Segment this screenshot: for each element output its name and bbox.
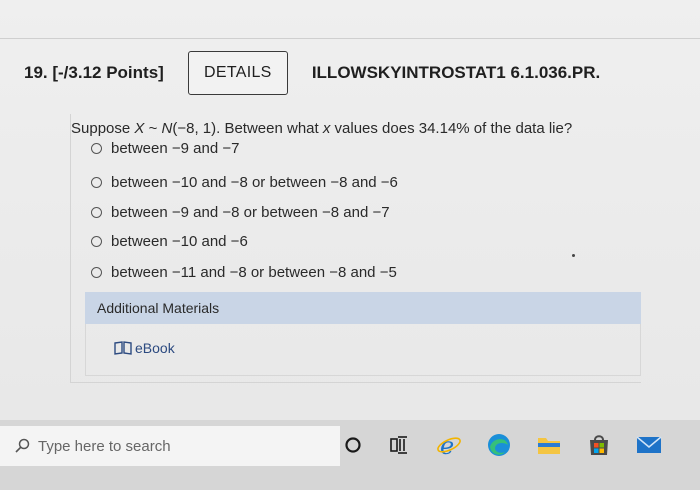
option-label: between −9 and −7: [111, 140, 240, 157]
ebook-link[interactable]: eBook: [114, 340, 175, 356]
assignment-id: ILLOWSKYINTROSTAT1 6.1.036.PR.: [311, 63, 601, 82]
mouse-cursor-dot: [572, 254, 575, 257]
book-icon: [114, 341, 132, 355]
prompt-tail: values does 34.14% of the data lie?: [330, 120, 573, 137]
question-prompt: Suppose X ~ N(−8, 1). Between what x val…: [71, 120, 572, 137]
additional-materials-title: Additional Materials: [97, 300, 220, 316]
svg-text:e: e: [440, 432, 454, 458]
assignment-page: 19. [-/3.12 Points] DETAILS ILLOWSKYINTR…: [0, 0, 700, 420]
windows-taskbar: Type here to search e: [0, 420, 700, 490]
edge-browser-icon[interactable]: [486, 432, 512, 458]
prompt-variable: X: [134, 120, 145, 137]
option-label: between −10 and −6: [111, 233, 248, 250]
radio-button[interactable]: [91, 207, 102, 218]
divider: [0, 38, 700, 39]
option-label: between −11 and −8 or between −8 and −5: [111, 264, 397, 281]
search-icon: [15, 438, 30, 453]
question-number-points: 19. [-/3.12 Points]: [24, 63, 164, 82]
microsoft-store-icon[interactable]: [586, 432, 612, 458]
additional-materials-panel: eBook: [85, 324, 641, 376]
option-label: between −10 and −8 or between −8 and −6: [111, 174, 398, 191]
taskbar-search-box[interactable]: Type here to search: [0, 426, 340, 466]
radio-button[interactable]: [91, 267, 102, 278]
additional-materials-header: Additional Materials: [85, 292, 641, 324]
radio-button[interactable]: [91, 143, 102, 154]
search-placeholder: Type here to search: [38, 437, 171, 455]
task-view-icon[interactable]: [386, 432, 412, 458]
prompt-distribution: N: [161, 120, 173, 137]
radio-button[interactable]: [91, 177, 102, 188]
prompt-text: Suppose: [71, 120, 135, 137]
question-header: 19. [-/3.12 Points] DETAILS ILLOWSKYINTR…: [24, 50, 684, 96]
details-button[interactable]: DETAILS: [187, 51, 288, 95]
option-label: between −9 and −8 or between −8 and −7: [111, 204, 390, 221]
option-5[interactable]: between −11 and −8 or between −8 and −5: [91, 264, 397, 281]
prompt-tilde: ~: [144, 120, 162, 137]
option-3[interactable]: between −9 and −8 or between −8 and −7: [91, 204, 390, 221]
file-explorer-icon[interactable]: [536, 432, 562, 458]
internet-explorer-icon[interactable]: e: [436, 432, 462, 458]
option-1[interactable]: between −9 and −7: [91, 140, 239, 157]
option-2[interactable]: between −10 and −8 or between −8 and −6: [91, 174, 398, 191]
question-body: Suppose X ~ N(−8, 1). Between what x val…: [70, 114, 641, 383]
mail-icon[interactable]: [636, 432, 662, 458]
radio-button[interactable]: [91, 236, 102, 247]
prompt-params: (−8, 1). Between what: [172, 120, 323, 137]
cortana-icon[interactable]: [340, 432, 366, 458]
ebook-label: eBook: [135, 340, 175, 356]
option-4[interactable]: between −10 and −6: [91, 233, 248, 250]
